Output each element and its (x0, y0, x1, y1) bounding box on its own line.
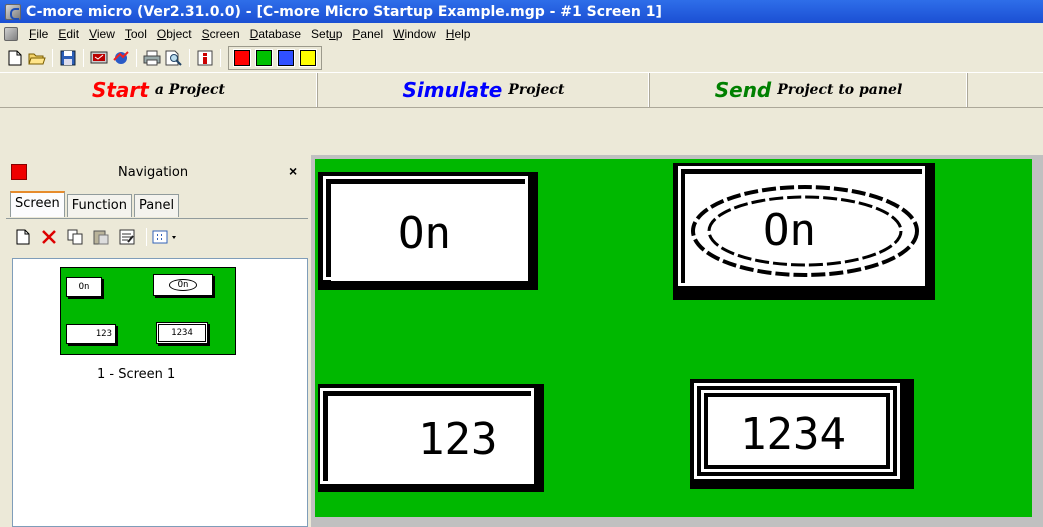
grid-view-icon (152, 230, 176, 243)
screen-list: On On 123 1234 1 - Screen 1 (12, 258, 308, 527)
blue-color-button[interactable] (277, 49, 295, 67)
info-icon (197, 50, 213, 66)
menu-tool[interactable]: Tool (120, 27, 152, 41)
open-project-button[interactable] (26, 47, 48, 69)
start-label: Start (91, 78, 149, 102)
delete-screen-button[interactable] (38, 226, 60, 248)
menu-window[interactable]: Window (388, 27, 441, 41)
close-icon[interactable]: × (289, 163, 297, 179)
simulate-label: Simulate (402, 78, 503, 102)
menu-screen[interactable]: Screen (197, 27, 245, 41)
main-toolbar (0, 45, 1043, 71)
screen-thumbnail[interactable]: On On 123 1234 (60, 267, 236, 355)
open-folder-icon (28, 53, 46, 65)
screen-properties-button[interactable] (116, 226, 138, 248)
toolbar-separator (220, 49, 221, 67)
copy-screen-button[interactable] (64, 226, 86, 248)
screen-canvas-area: On On 123 1234 (311, 155, 1043, 527)
tab-screen[interactable]: Screen (10, 191, 65, 217)
simulate-sublabel: Project (508, 82, 565, 98)
navigation-toolbar (6, 218, 308, 254)
transfer-button[interactable] (110, 47, 132, 69)
toolbar-separator (189, 49, 190, 67)
window-title: C-more micro (Ver2.31.0.0) - [C-more Mic… (26, 3, 662, 20)
navigation-tabs: Screen Function Panel (10, 191, 181, 217)
red-color-button[interactable] (233, 49, 251, 67)
toolbar-separator (52, 49, 53, 67)
properties-icon (119, 229, 135, 244)
toolbar-separator (146, 227, 147, 246)
tab-function[interactable]: Function (66, 194, 132, 217)
green-color-button[interactable] (255, 49, 273, 67)
numeric-display-1234[interactable]: 1234 (690, 379, 914, 489)
floppy-disk-icon (60, 50, 76, 66)
panel-monitor-button[interactable] (88, 47, 110, 69)
app-window: C-more micro (Ver2.31.0.0) - [C-more Mic… (0, 0, 1043, 527)
tab-panel[interactable]: Panel (134, 194, 180, 217)
menu-view[interactable]: View (84, 27, 120, 41)
thumbnail-numeric-1234: 1234 (156, 322, 208, 344)
color-button-group (228, 46, 322, 70)
on-button-2[interactable]: On (673, 163, 935, 300)
on-button-2-label: On (763, 205, 816, 256)
menu-setup[interactable]: Setup (306, 27, 347, 41)
toolbar-separator (83, 49, 84, 67)
navigation-panel: Navigation × Screen Function Panel On On… (6, 160, 308, 527)
print-preview-icon (165, 50, 182, 66)
navigation-header: Navigation × (6, 160, 308, 186)
send-label: Send (714, 78, 772, 102)
send-sublabel: Project to panel (777, 82, 903, 98)
menu-object[interactable]: Object (152, 27, 197, 41)
screen-canvas[interactable]: On On 123 1234 (315, 159, 1032, 517)
numeric-display-1234-value: 1234 (740, 409, 846, 460)
navigation-pin-icon[interactable] (11, 164, 27, 180)
view-options-dropdown[interactable] (151, 226, 181, 248)
new-document-icon (16, 229, 30, 244)
menu-bar: File Edit View Tool Object Screen Databa… (0, 23, 1043, 45)
start-project-button[interactable]: Start a Project (0, 73, 318, 107)
thumbnail-numeric-123: 123 (66, 324, 116, 344)
new-screen-button[interactable] (12, 226, 34, 248)
copy-icon (67, 229, 83, 244)
printer-icon (143, 50, 161, 66)
menu-database[interactable]: Database (245, 27, 306, 41)
yellow-color-button[interactable] (299, 49, 317, 67)
paste-screen-button[interactable] (90, 226, 112, 248)
info-button[interactable] (194, 47, 216, 69)
numeric-display-123[interactable]: 123 (318, 384, 544, 492)
title-bar[interactable]: C-more micro (Ver2.31.0.0) - [C-more Mic… (0, 0, 1043, 23)
delete-x-icon (42, 229, 56, 244)
panel-screen-icon (90, 51, 108, 64)
thumbnail-on-button: On (66, 277, 102, 297)
menu-help[interactable]: Help (441, 27, 476, 41)
menu-edit[interactable]: Edit (53, 27, 84, 41)
on-button-1-label: On (398, 208, 451, 259)
menu-file[interactable]: File (24, 27, 53, 41)
document-menu-icon[interactable] (4, 27, 18, 41)
numeric-display-123-value: 123 (418, 414, 498, 465)
menu-panel[interactable]: Panel (347, 27, 388, 41)
on-button-1[interactable]: On (318, 172, 538, 290)
screen-thumbnail-label: 1 - Screen 1 (97, 367, 176, 382)
app-icon[interactable] (5, 3, 21, 20)
new-document-icon (8, 50, 22, 66)
new-project-button[interactable] (4, 47, 26, 69)
thumbnail-on-ellipse-label: On (168, 279, 198, 291)
start-sublabel: a Project (154, 82, 226, 98)
send-project-button[interactable]: Send Project to panel (650, 73, 968, 107)
transfer-icon (113, 51, 129, 64)
navigation-title: Navigation (118, 165, 189, 180)
workflow-bar: Start a Project Simulate Project Send Pr… (0, 72, 1043, 108)
simulate-project-button[interactable]: Simulate Project (318, 73, 650, 107)
save-button[interactable] (57, 47, 79, 69)
paste-icon (93, 230, 109, 244)
print-button[interactable] (141, 47, 163, 69)
thumbnail-on-ellipse-button: On (153, 274, 213, 296)
toolbar-separator (136, 49, 137, 67)
print-preview-button[interactable] (163, 47, 185, 69)
